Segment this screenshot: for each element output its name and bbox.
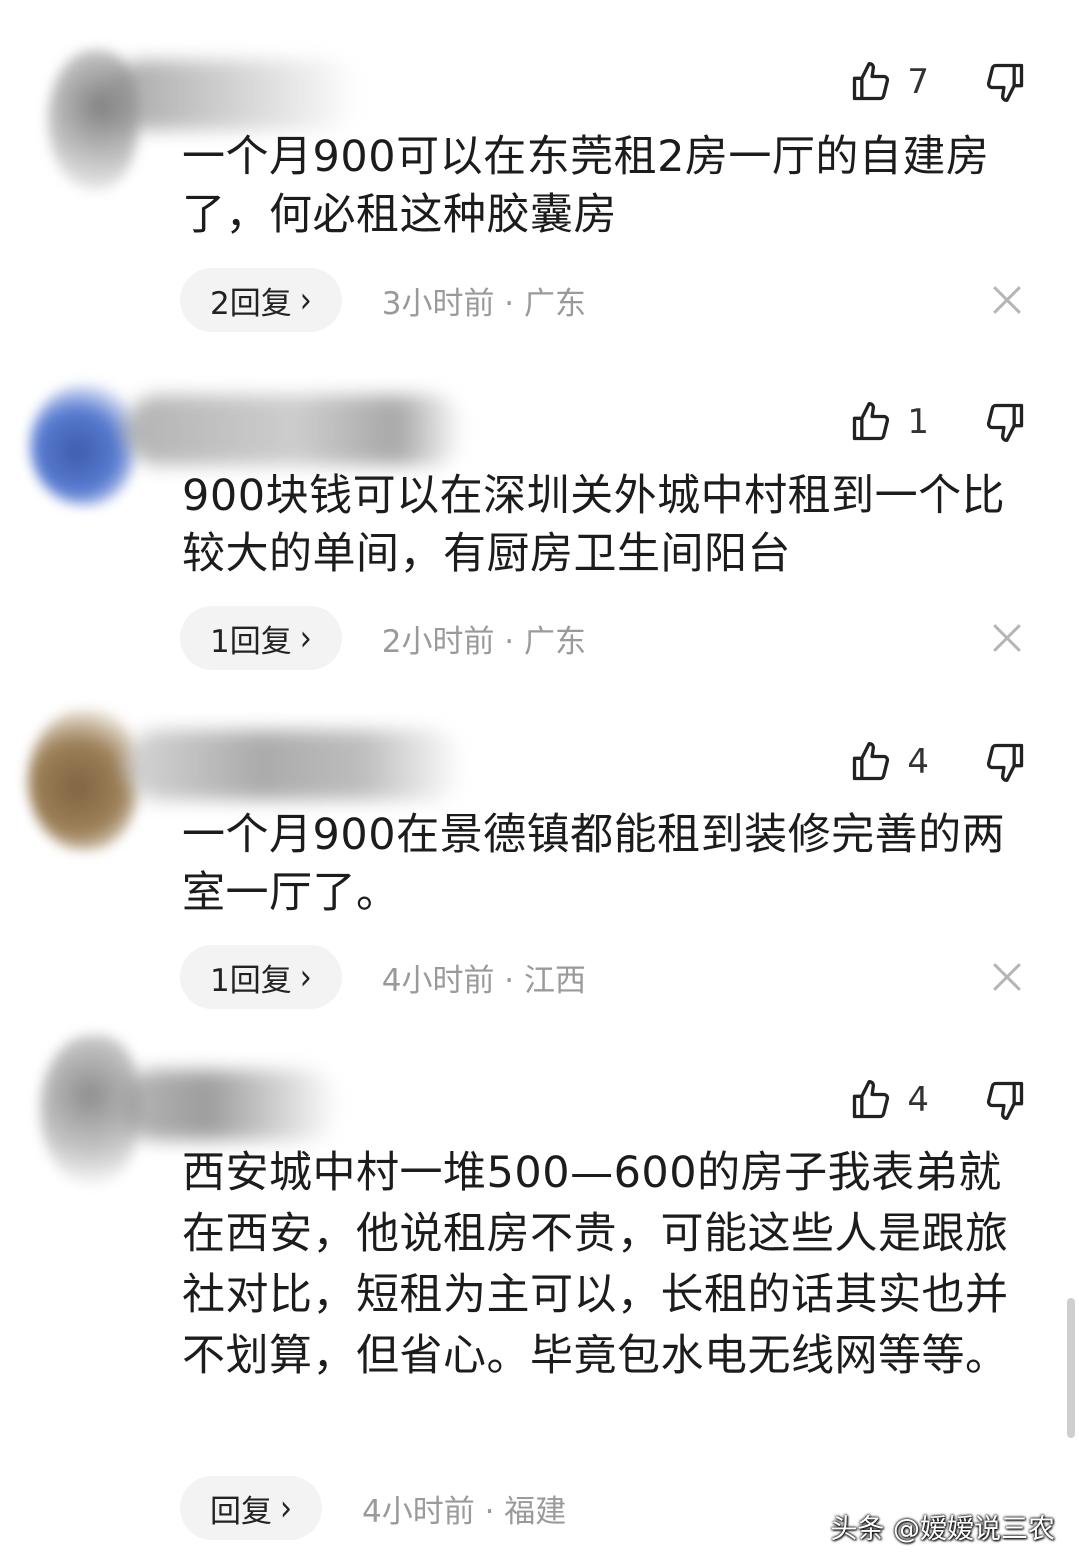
watermark: 头条 @嫒嫒说三农 (830, 1514, 1055, 1545)
dislike-button[interactable] (983, 400, 1027, 444)
time-location: 4小时前 · 江西 (381, 962, 587, 999)
comment-text: 一个月900可以在东莞租2房一厅的自建房了，何必租这种胶囊房 (182, 132, 990, 240)
like-button[interactable]: 1 (849, 400, 929, 444)
like-count: 7 (907, 62, 929, 102)
thumbs-down-icon (986, 1081, 1024, 1120)
reply-button[interactable]: 1回复 › (180, 945, 342, 1009)
reply-button[interactable]: 回复 › (180, 1476, 322, 1540)
reply-label: 1回复 (210, 623, 292, 660)
like-count: 4 (907, 742, 929, 782)
username-blurred[interactable] (120, 1070, 340, 1140)
reply-button[interactable]: 1回复 › (180, 606, 342, 670)
close-icon[interactable] (985, 278, 1029, 322)
thumbs-up-icon (853, 62, 890, 101)
thumbs-up-icon (853, 402, 890, 441)
thumbs-down-icon (986, 63, 1024, 102)
dislike-button[interactable] (983, 740, 1027, 784)
like-button[interactable]: 4 (849, 1078, 929, 1122)
scrollbar[interactable] (1067, 1298, 1075, 1438)
comment-text: 西安城中村一堆500—600的房子我表弟就在西安，他说租房不贵，可能这些人是跟旅… (182, 1148, 1009, 1381)
reply-button[interactable]: 2回复 › (180, 268, 342, 332)
reply-label: 1回复 (210, 962, 292, 999)
dislike-button[interactable] (983, 60, 1027, 104)
dislike-button[interactable] (983, 1078, 1027, 1122)
comment-list: 7 一个月900可以在东莞租2房一厅的自建房了，何必租这种胶囊房 2回复 › 3… (0, 0, 1079, 1564)
reply-label: 回复 (210, 1493, 272, 1530)
thumbs-down-icon (986, 403, 1024, 442)
time-location: 4小时前 · 福建 (362, 1493, 567, 1530)
like-button[interactable]: 4 (849, 740, 929, 784)
comment-meta: 2回复 › 3小时前 · 广东 (180, 268, 1029, 332)
time-location: 2小时前 · 广东 (381, 623, 587, 660)
username-blurred[interactable] (110, 60, 360, 130)
chevron-right-icon: › (280, 1487, 292, 1529)
username-blurred[interactable] (125, 395, 465, 465)
comment-text: 一个月900在景德镇都能租到装修完善的两室一厅了。 (182, 810, 1006, 918)
thumbs-up-icon (853, 1080, 890, 1119)
comment-text: 900块钱可以在深圳关外城中村租到一个比较大的单间，有厨房卫生间阳台 (182, 471, 1006, 579)
time-location: 3小时前 · 广东 (381, 285, 587, 322)
like-count: 4 (907, 1080, 929, 1120)
chevron-right-icon: › (299, 279, 312, 321)
avatar[interactable] (28, 710, 138, 850)
comment-meta: 1回复 › 4小时前 · 江西 (180, 945, 1029, 1009)
close-icon[interactable] (985, 955, 1029, 999)
reply-label: 2回复 (210, 285, 292, 322)
chevron-right-icon: › (299, 617, 312, 659)
avatar[interactable] (30, 385, 135, 505)
chevron-right-icon: › (299, 956, 312, 998)
like-count: 1 (907, 402, 929, 442)
close-icon[interactable] (985, 616, 1029, 660)
like-button[interactable]: 7 (849, 60, 929, 104)
thumbs-down-icon (986, 743, 1024, 782)
comment-meta: 1回复 › 2小时前 · 广东 (180, 606, 1029, 670)
username-blurred[interactable] (125, 730, 465, 800)
thumbs-up-icon (853, 742, 890, 781)
